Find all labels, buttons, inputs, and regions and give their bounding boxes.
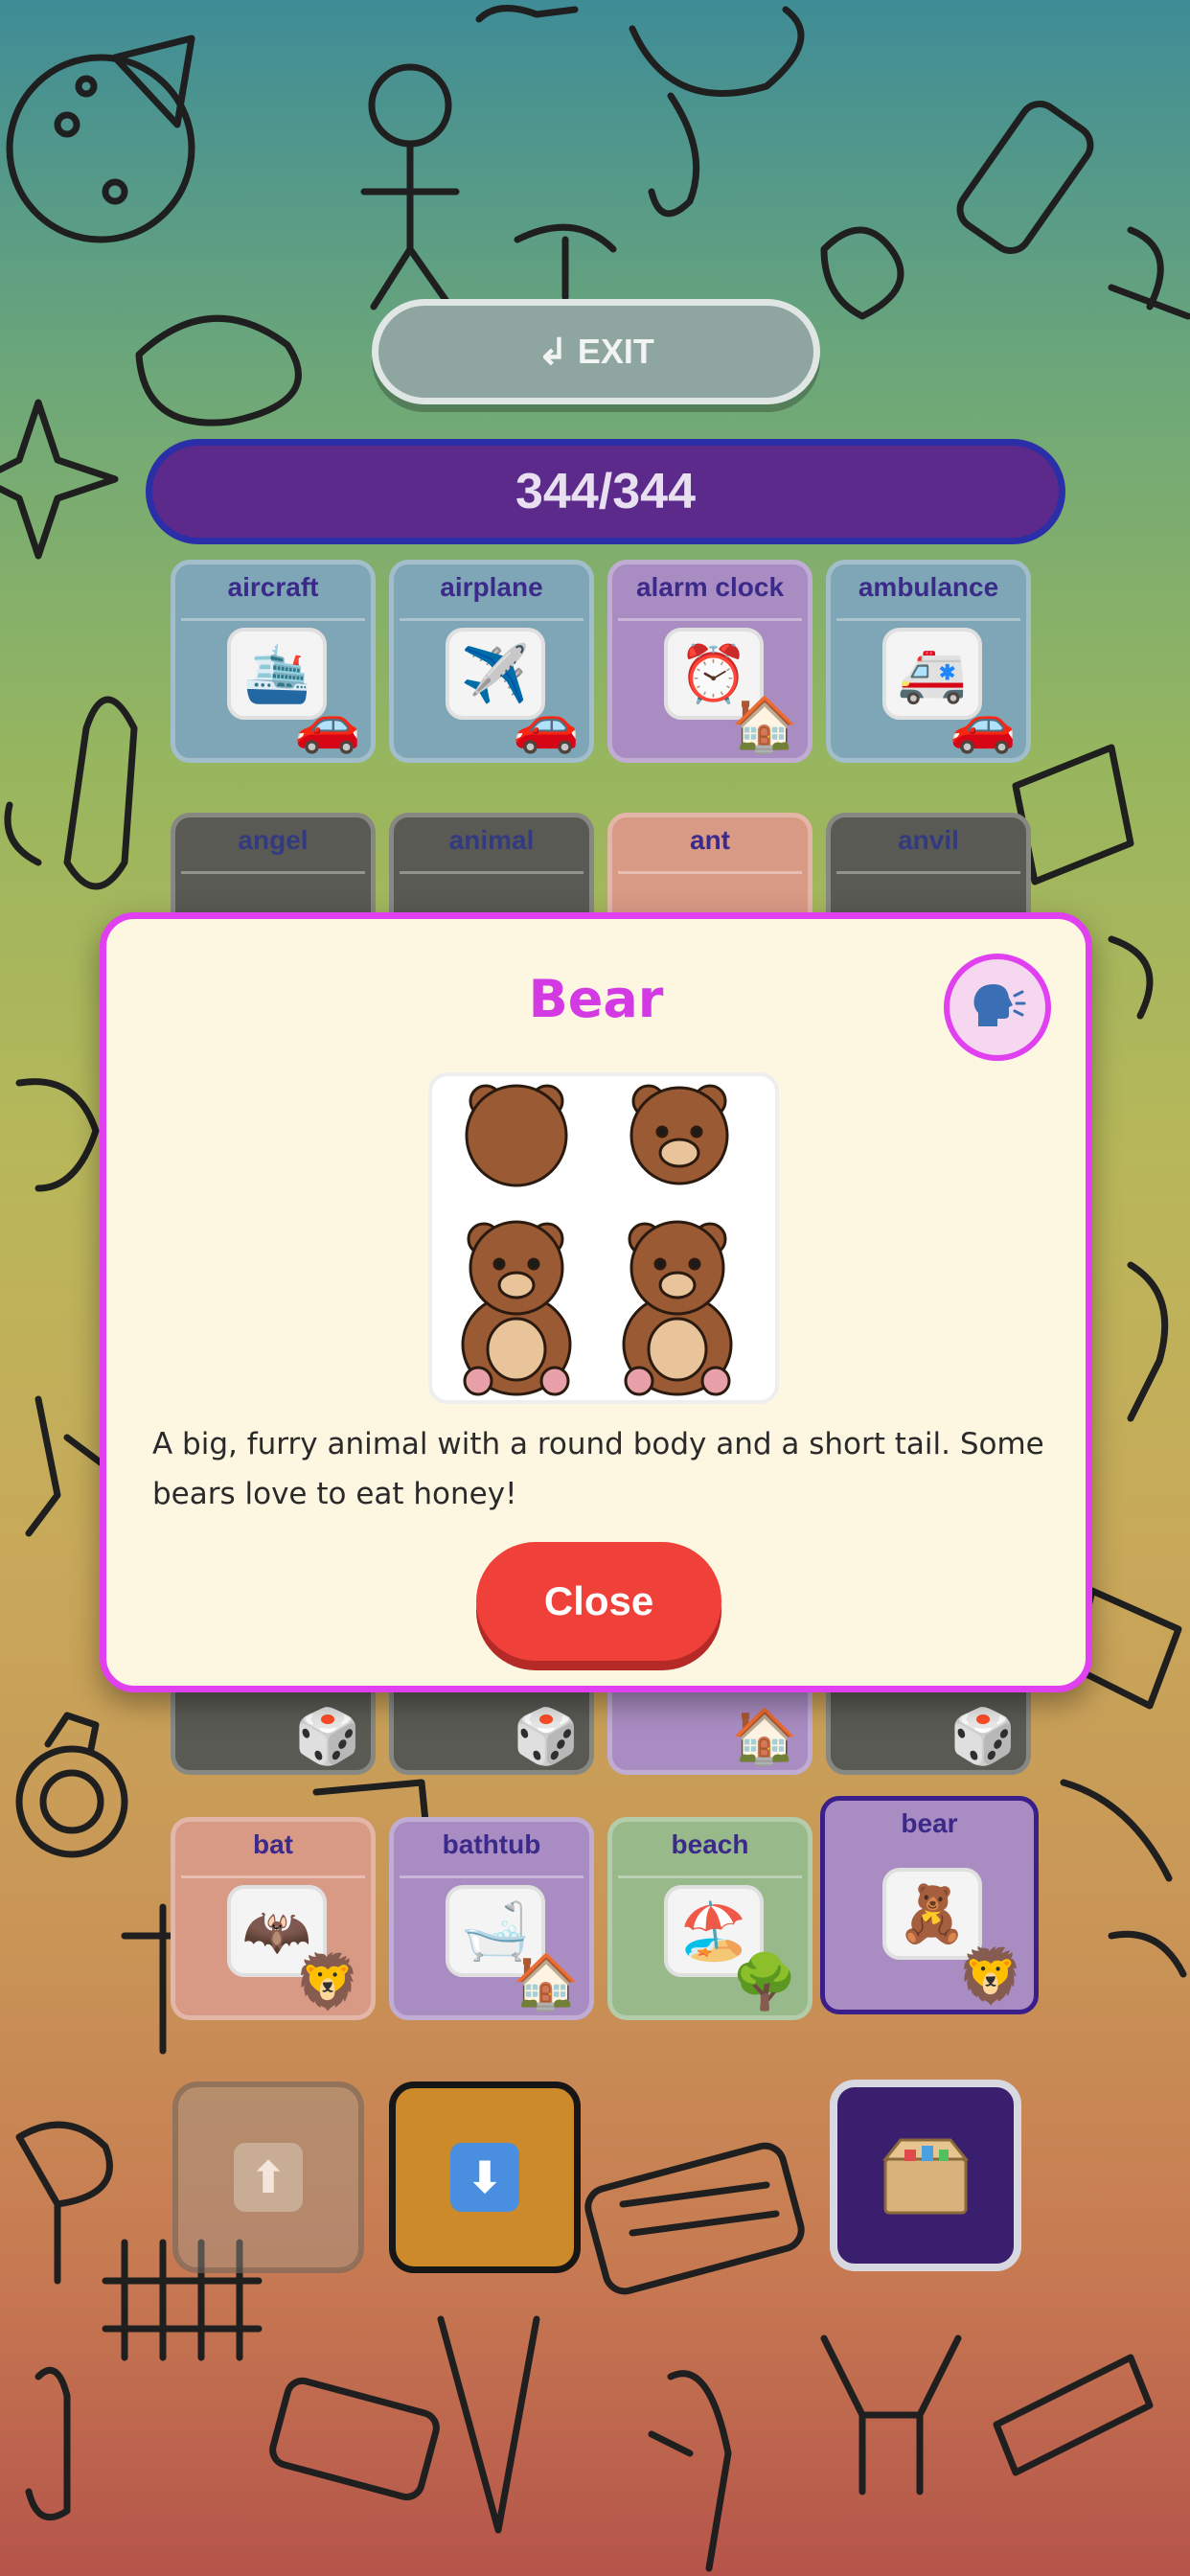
close-button[interactable]: Close <box>476 1542 721 1661</box>
tile-label: airplane <box>440 572 543 602</box>
dice-icon: 🎲 <box>294 1706 361 1768</box>
scroll-down-button[interactable]: ⬇ <box>389 2082 581 2273</box>
tile-label: anvil <box>898 825 959 855</box>
progress-text: 344/344 <box>515 464 696 519</box>
house-icon: 🏠 <box>731 694 798 756</box>
tile-label: beach <box>671 1829 749 1859</box>
lion-icon: 🦁 <box>957 1945 1024 2008</box>
house-icon: 🏠 <box>513 1951 580 2013</box>
exit-button[interactable]: ↲ EXIT <box>372 299 820 404</box>
car-icon: 🚗 <box>513 694 580 756</box>
word-tile-alarm-clock[interactable]: alarm clock ⏰ 🏠 <box>607 560 812 763</box>
tile-label: angel <box>238 825 309 855</box>
word-tile-aircraft[interactable]: aircraft 🛳️ 🚗 <box>171 560 376 763</box>
word-detail-modal: Bear A big, furry animal with a round bo… <box>100 912 1092 1692</box>
tile-divider <box>400 618 584 621</box>
speaking-head-icon <box>973 984 1026 1026</box>
collection-box-button[interactable] <box>830 2080 1021 2271</box>
speak-button[interactable] <box>944 954 1051 1061</box>
tile-label: alarm clock <box>635 572 785 602</box>
box-icon <box>881 2138 970 2215</box>
tile-divider <box>836 871 1020 874</box>
bear-illustration <box>428 1072 779 1404</box>
up-arrow-icon: ⬆ <box>234 2143 303 2212</box>
exit-label: EXIT <box>577 332 654 371</box>
tile-label: bat <box>253 1829 293 1859</box>
dice-icon: 🎲 <box>513 1706 580 1768</box>
modal-description: A big, furry animal with a round body an… <box>152 1427 1044 1511</box>
tile-divider <box>400 871 584 874</box>
return-arrow-icon: ↲ <box>538 332 568 373</box>
tile-divider <box>618 871 802 874</box>
word-tile-bear[interactable]: bear 🧸 🦁 <box>820 1796 1039 2014</box>
word-tile-bathtub[interactable]: bathtub 🛁 🏠 <box>389 1817 594 2020</box>
tile-label: bear <box>901 1808 958 1838</box>
tile-divider <box>400 1875 584 1878</box>
word-tile-ambulance[interactable]: ambulance 🚑 🚗 <box>826 560 1031 763</box>
tile-label: animal <box>448 825 535 855</box>
tile-label: aircraft <box>227 572 319 602</box>
tile-label: ant <box>690 825 730 855</box>
tree-icon: 🌳 <box>731 1951 798 2013</box>
car-icon: 🚗 <box>294 694 361 756</box>
scroll-up-button[interactable]: ⬆ <box>172 2082 364 2273</box>
tile-label: bathtub <box>442 1829 541 1859</box>
tile-label: ambulance <box>858 572 999 602</box>
tile-divider <box>618 618 802 621</box>
tile-divider <box>836 618 1020 621</box>
word-tile-bat[interactable]: bat 🦇 🦁 <box>171 1817 376 2020</box>
down-arrow-icon: ⬇ <box>450 2143 519 2212</box>
tile-divider <box>181 871 365 874</box>
word-tile-beach[interactable]: beach 🏖️ 🌳 <box>607 1817 812 2020</box>
word-tile-airplane[interactable]: airplane ✈️ 🚗 <box>389 560 594 763</box>
tile-divider <box>181 618 365 621</box>
house-icon: 🏠 <box>731 1706 798 1768</box>
progress-counter: 344/344 <box>146 439 1065 544</box>
tile-divider <box>618 1875 802 1878</box>
dice-icon: 🎲 <box>950 1706 1017 1768</box>
close-label: Close <box>543 1578 654 1623</box>
lion-icon: 🦁 <box>294 1951 361 2013</box>
car-icon: 🚗 <box>950 694 1017 756</box>
tile-divider <box>181 1875 365 1878</box>
modal-title: Bear <box>528 969 664 1029</box>
